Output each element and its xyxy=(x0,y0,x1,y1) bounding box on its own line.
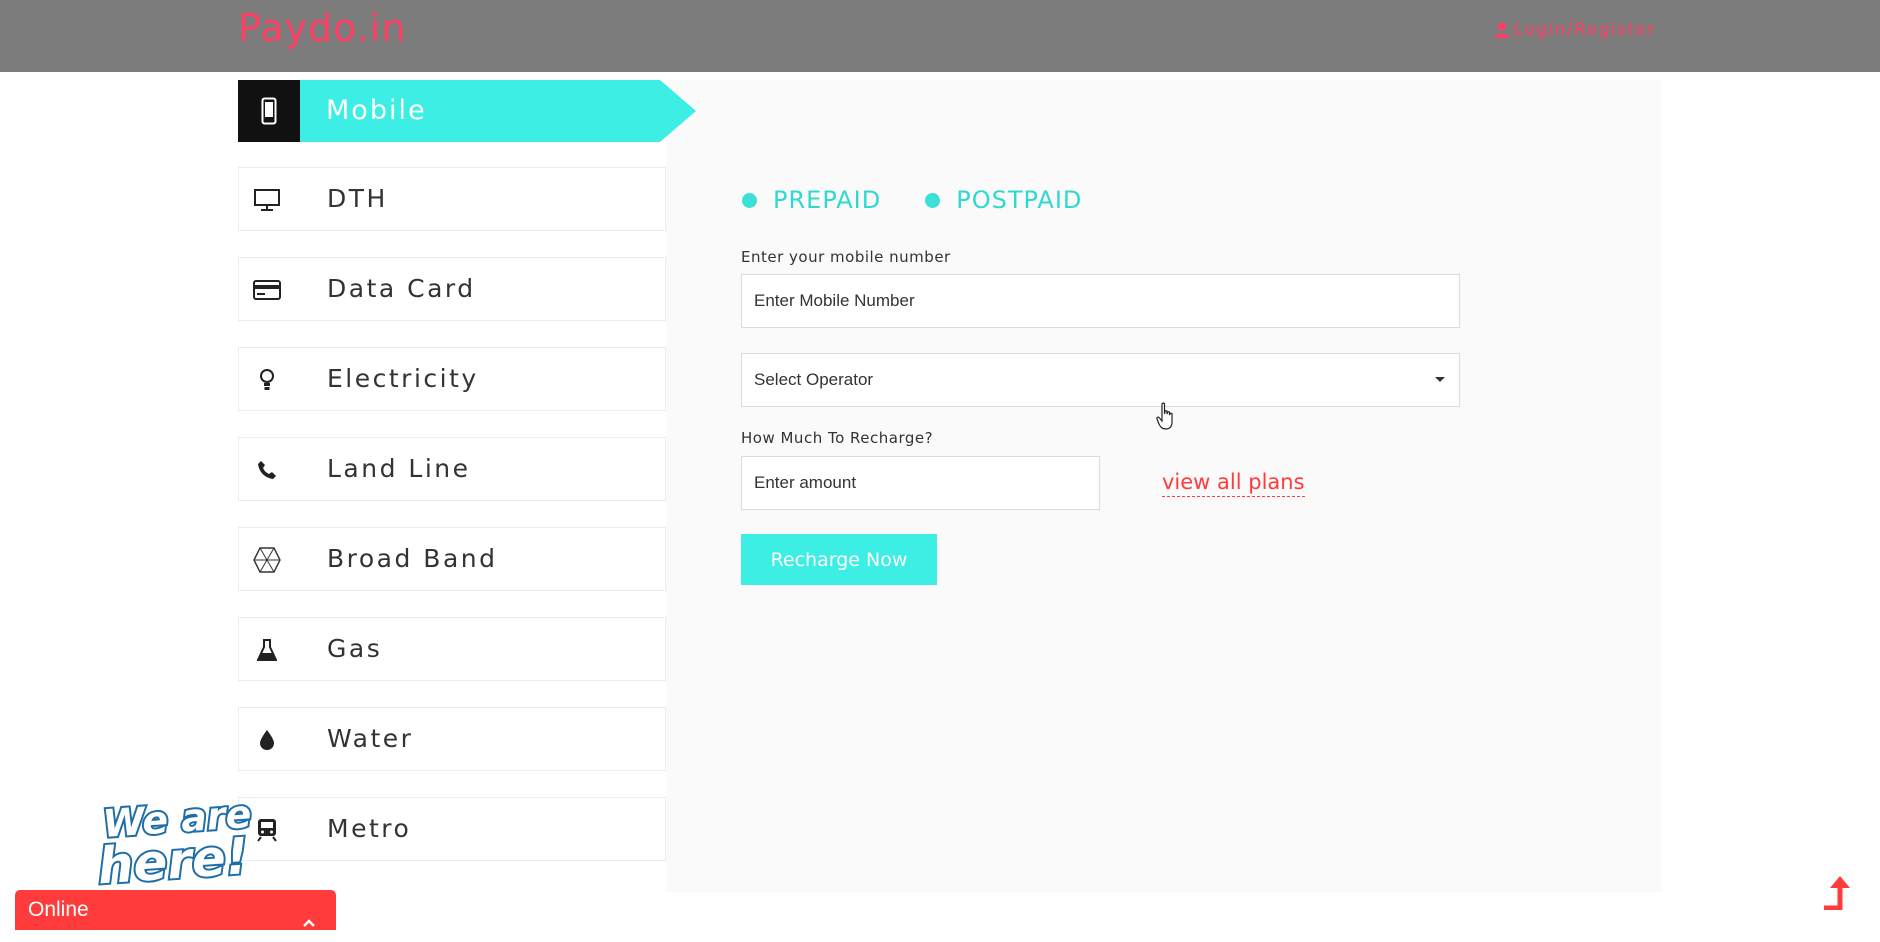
radio-dot xyxy=(925,192,941,208)
operator-select[interactable]: Select Operator xyxy=(741,353,1460,407)
sidebar-item-broad-band[interactable]: Broad Band xyxy=(238,527,666,591)
prepaid-radio[interactable]: PREPAID xyxy=(742,186,881,214)
site-logo[interactable]: Paydo.in xyxy=(238,6,406,50)
sidebar-item-label: Land Line xyxy=(327,454,471,483)
mobile-number-label: Enter your mobile number xyxy=(741,248,951,266)
postpaid-radio[interactable]: POSTPAID xyxy=(925,186,1082,214)
hand-cursor-icon xyxy=(1156,402,1176,437)
mobile-number-input[interactable]: Enter Mobile Number xyxy=(741,274,1460,328)
sidebar-item-data-card[interactable]: Data Card xyxy=(238,257,666,321)
flask-icon xyxy=(253,636,281,664)
mobile-icon xyxy=(238,80,300,142)
sidebar-item-label: Mobile xyxy=(326,95,427,126)
view-all-plans-link[interactable]: view all plans xyxy=(1162,470,1305,497)
sidebar-item-label: Electricity xyxy=(327,364,479,393)
sidebar-item-gas[interactable]: Gas xyxy=(238,617,666,681)
sidebar-item-electricity[interactable]: Electricity xyxy=(238,347,666,411)
amount-label: How Much To Recharge? xyxy=(741,429,934,447)
sidebar-item-label: Data Card xyxy=(327,274,476,303)
operator-select-value: Select Operator xyxy=(754,370,874,389)
radio-label: PREPAID xyxy=(773,186,882,214)
amount-input[interactable]: Enter amount xyxy=(741,456,1100,510)
chat-bar[interactable]: Online xyxy=(15,890,336,930)
sidebar-item-mobile[interactable]: Mobile xyxy=(238,80,696,142)
chat-status: Online xyxy=(28,898,89,921)
monitor-icon xyxy=(253,186,281,214)
user-icon xyxy=(1493,21,1511,39)
sidebar-item-dth[interactable]: DTH xyxy=(238,167,666,231)
sidebar-item-label: Broad Band xyxy=(327,544,498,573)
sidebar-item-label: Water xyxy=(327,724,414,753)
svg-text:here!: here! xyxy=(96,827,251,886)
network-icon xyxy=(253,546,281,574)
sidebar-item-label: DTH xyxy=(327,184,388,213)
recharge-now-button[interactable]: Recharge Now xyxy=(741,534,937,585)
sidebar-item-label: Metro xyxy=(327,814,412,843)
radio-dot xyxy=(742,192,757,208)
we-are-here-badge[interactable]: We are here! xyxy=(84,790,268,898)
login-label: Login/Register xyxy=(1513,20,1656,40)
plan-type-selector: PREPAID POSTPAID xyxy=(742,186,1126,214)
chevron-up-icon[interactable] xyxy=(302,902,316,942)
scroll-top-icon[interactable] xyxy=(1822,874,1854,915)
credit-card-icon xyxy=(253,276,281,304)
sidebar-item-land-line[interactable]: Land Line xyxy=(238,437,666,501)
bulb-icon xyxy=(253,366,281,394)
drop-icon xyxy=(253,726,281,754)
login-register-link[interactable]: Login/Register xyxy=(1493,20,1656,40)
header-bar: Paydo.in Login/Register xyxy=(0,0,1880,72)
sidebar-item-metro[interactable]: Metro xyxy=(238,797,666,861)
sidebar-item-label: Gas xyxy=(327,634,383,663)
radio-label: POSTPAID xyxy=(956,186,1083,214)
phone-icon xyxy=(253,456,281,484)
sidebar-item-water[interactable]: Water xyxy=(238,707,666,771)
caret-down-icon xyxy=(1435,377,1445,382)
